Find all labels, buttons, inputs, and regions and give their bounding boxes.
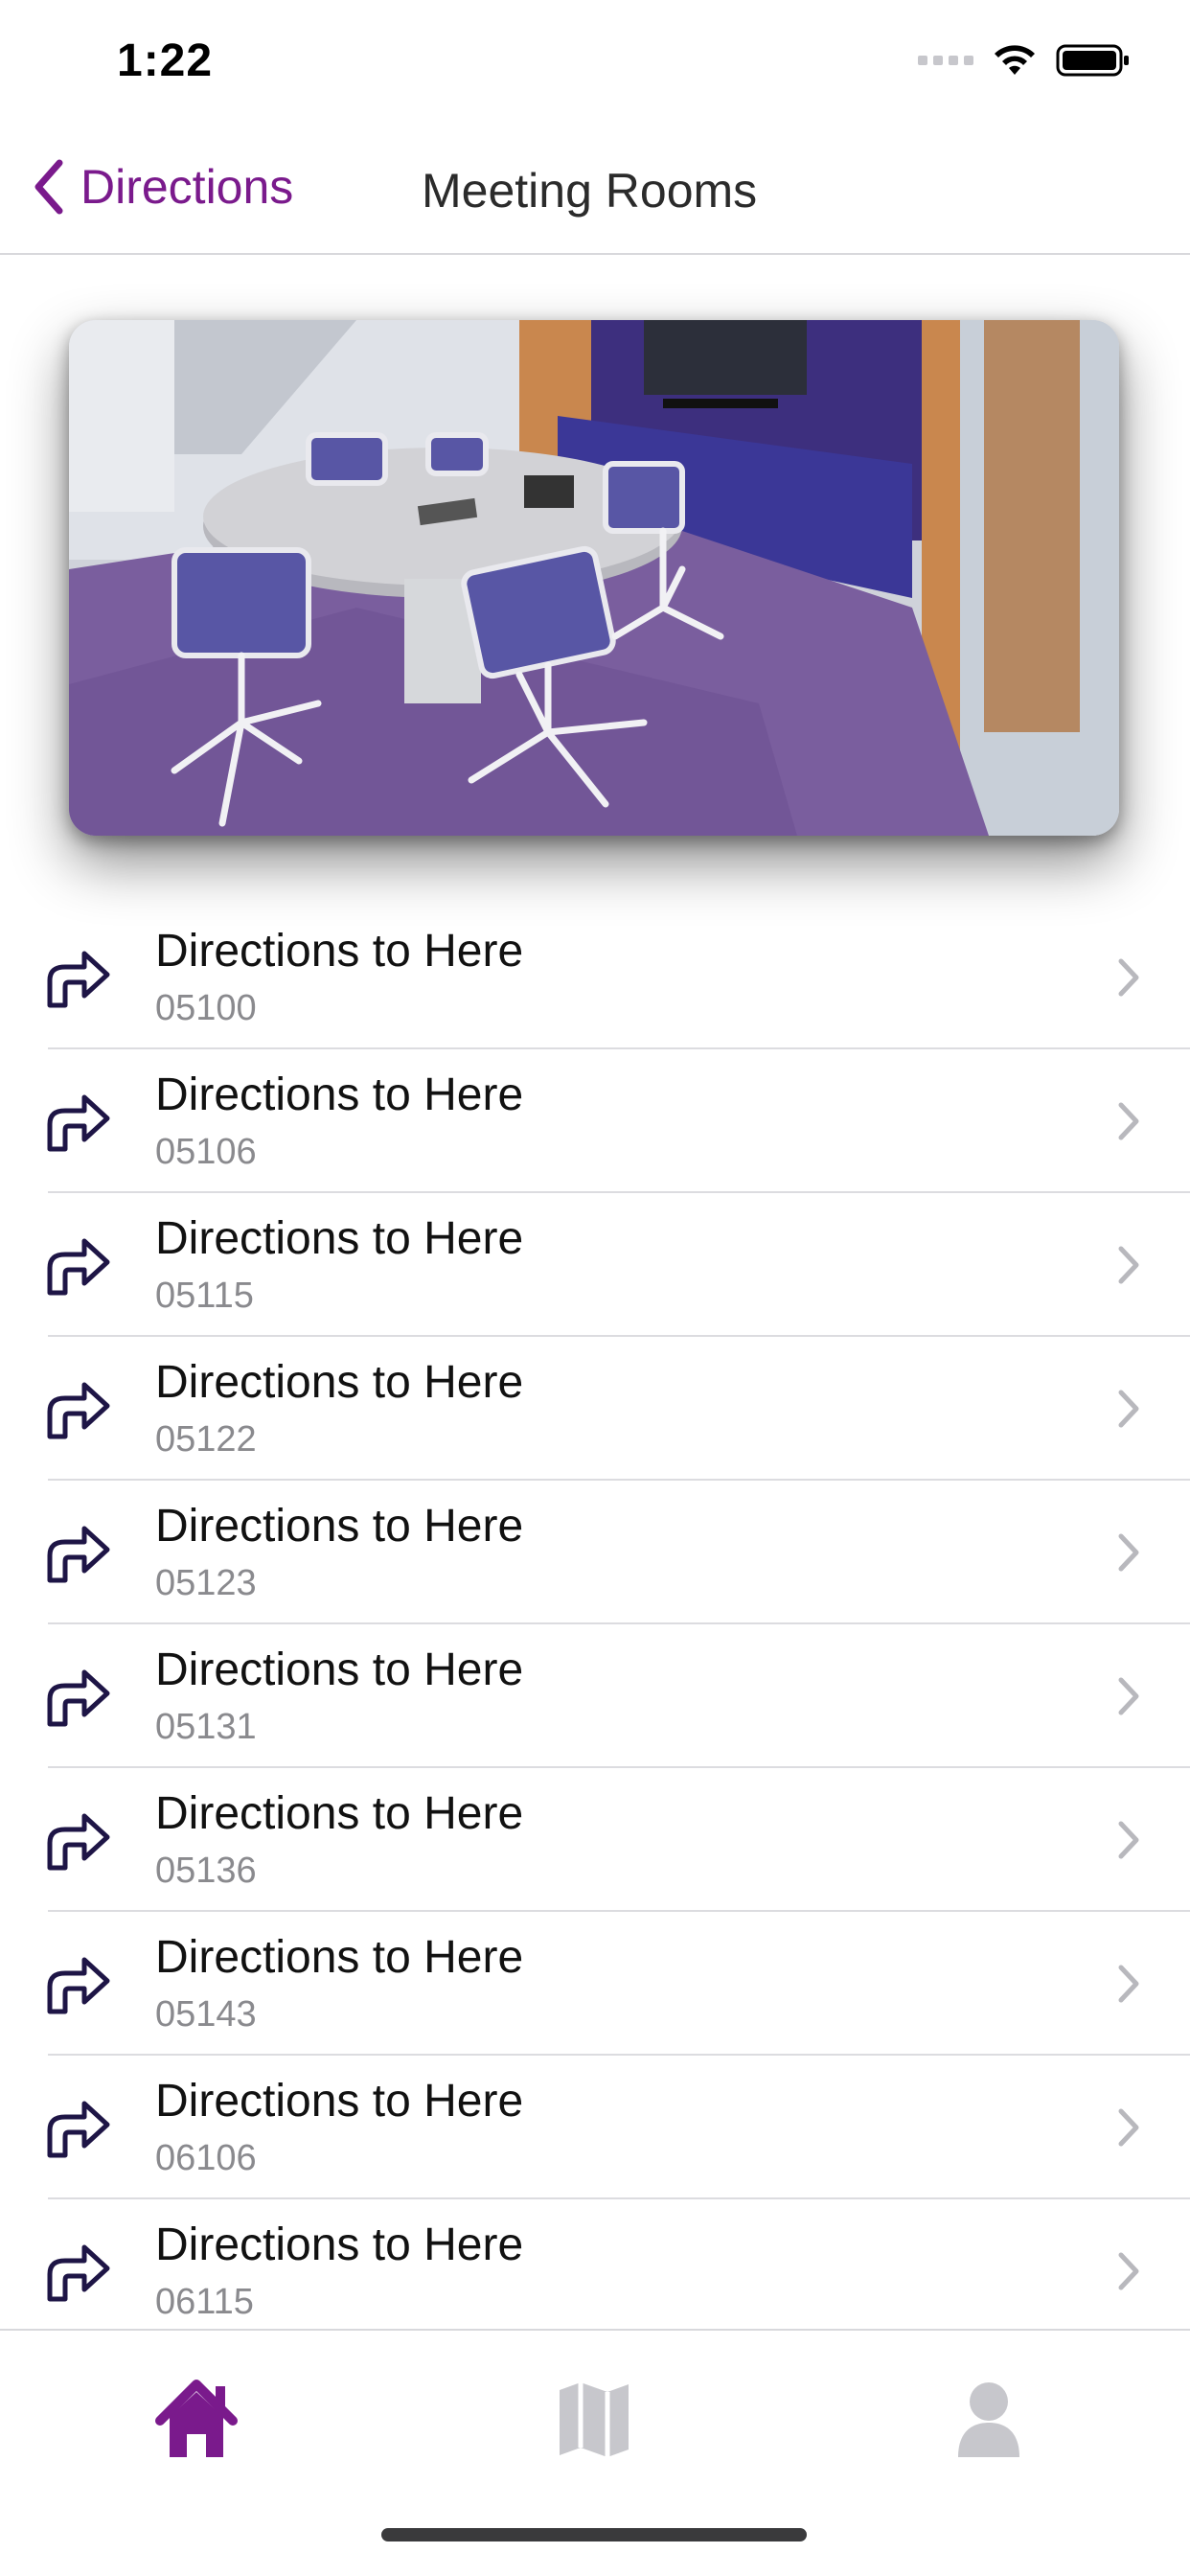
row-title: Directions to Here (155, 1644, 524, 1695)
turn-right-arrow-icon (47, 1238, 110, 1296)
back-button[interactable]: Directions (33, 159, 293, 215)
tab-map[interactable] (537, 2361, 652, 2476)
chevron-left-icon (34, 159, 63, 215)
room-number: 05122 (155, 1419, 257, 1460)
row-title: Directions to Here (155, 1357, 524, 1408)
navigation-bar: Directions Meeting Rooms (0, 134, 1190, 255)
row-title: Directions to Here (155, 1788, 524, 1839)
list-item[interactable]: Directions to Here 05123 (0, 1481, 1190, 1624)
chevron-right-icon (1118, 958, 1139, 997)
room-number: 05106 (155, 1132, 257, 1172)
turn-right-arrow-icon (47, 2244, 110, 2302)
turn-right-arrow-icon (47, 2101, 110, 2158)
tab-home[interactable] (139, 2361, 254, 2476)
turn-right-arrow-icon (47, 1957, 110, 2014)
chevron-right-icon (1118, 1390, 1139, 1428)
status-icons (918, 42, 1131, 79)
back-button-label: Directions (80, 160, 294, 214)
room-number: 05136 (155, 1851, 257, 1891)
chevron-right-icon (1118, 2108, 1139, 2147)
home-indicator (381, 2528, 807, 2542)
turn-right-arrow-icon (47, 1669, 110, 1727)
row-title: Directions to Here (155, 1932, 524, 1983)
chevron-right-icon (1118, 1821, 1139, 1859)
room-number: 06106 (155, 2138, 257, 2178)
list-item[interactable]: Directions to Here 05136 (0, 1768, 1190, 1912)
page-title: Meeting Rooms (422, 164, 758, 218)
list-item[interactable]: Directions to Here 05143 (0, 1912, 1190, 2056)
row-title: Directions to Here (155, 926, 524, 977)
turn-right-arrow-icon (47, 1094, 110, 1152)
wifi-icon (995, 45, 1035, 75)
list-item[interactable]: Directions to Here 06115 (0, 2199, 1190, 2343)
cellular-signal-icon (918, 56, 973, 65)
battery-icon (1056, 44, 1129, 77)
screen: 1:22 Directions Meeting Rooms Directions… (0, 0, 1190, 2576)
list-item[interactable]: Directions to Here 05122 (0, 1337, 1190, 1481)
status-bar: 1:22 (0, 0, 1190, 126)
row-title: Directions to Here (155, 1213, 524, 1264)
meeting-room-image (69, 320, 1119, 836)
chevron-right-icon (1118, 1677, 1139, 1715)
list-item[interactable]: Directions to Here 05115 (0, 1193, 1190, 1337)
row-title: Directions to Here (155, 1070, 524, 1120)
tab-profile[interactable] (931, 2361, 1046, 2476)
directions-list: Directions to Here 05100 Directions to H… (0, 906, 1190, 2343)
room-number: 05123 (155, 1563, 257, 1603)
room-number: 06115 (155, 2282, 254, 2322)
list-item[interactable]: Directions to Here 05131 (0, 1624, 1190, 1768)
list-item[interactable]: Directions to Here 05106 (0, 1049, 1190, 1193)
row-title: Directions to Here (155, 2220, 524, 2270)
person-icon (958, 2382, 1019, 2457)
map-icon (560, 2382, 629, 2457)
room-number: 05115 (155, 1276, 254, 1316)
row-title: Directions to Here (155, 2076, 524, 2127)
turn-right-arrow-icon (47, 1526, 110, 1583)
list-item[interactable]: Directions to Here 05100 (0, 906, 1190, 1049)
room-number: 05100 (155, 988, 257, 1028)
home-icon (155, 2380, 238, 2457)
status-time: 1:22 (117, 35, 214, 86)
chevron-right-icon (1118, 1102, 1139, 1140)
turn-right-arrow-icon (47, 951, 110, 1008)
row-title: Directions to Here (155, 1501, 524, 1552)
list-item[interactable]: Directions to Here 06106 (0, 2056, 1190, 2199)
chevron-right-icon (1118, 1965, 1139, 2003)
turn-right-arrow-icon (47, 1382, 110, 1439)
chevron-right-icon (1118, 2252, 1139, 2290)
room-number: 05143 (155, 1994, 257, 2035)
room-number: 05131 (155, 1707, 257, 1747)
chevron-right-icon (1118, 1246, 1139, 1284)
chevron-right-icon (1118, 1533, 1139, 1572)
turn-right-arrow-icon (47, 1813, 110, 1871)
